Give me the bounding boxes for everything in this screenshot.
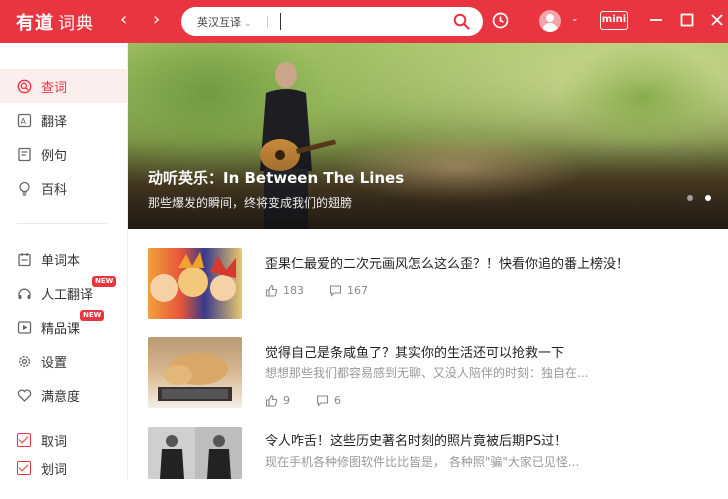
forward-button[interactable]: › (153, 10, 160, 30)
example-icon (18, 147, 31, 161)
sidebar-item-encyclopedia[interactable]: 百科 (0, 171, 128, 205)
history-icon[interactable] (491, 11, 510, 30)
close-icon[interactable] (709, 12, 725, 28)
banner-title[interactable]: 动听英乐：In Between The Lines (148, 167, 404, 188)
heart-icon (17, 388, 32, 402)
carousel-dot[interactable] (687, 195, 693, 201)
history-photo-thumbnail[interactable] (148, 427, 242, 479)
article-feed: 歪果仁最爱的二次元画风怎么这么歪？！快看你追的番上榜没！ 183 167 觉得自… (128, 229, 728, 479)
search-word-icon (17, 79, 32, 93)
sidebar-item-human-translation[interactable]: 人工翻译 NEW (0, 276, 128, 310)
course-icon (17, 320, 32, 334)
chevron-down-icon: ⌄ (244, 19, 252, 29)
article-card[interactable]: 歪果仁最爱的二次元画风怎么这么歪？！快看你追的番上榜没！ 183 167 (128, 229, 728, 319)
like-count-value: 9 (283, 394, 290, 407)
article-summary: 想想那些我们都容易感到无聊、又没人陪伴的时刻：独自在... (265, 366, 589, 380)
sidebar-item-settings[interactable]: 设置 (0, 344, 128, 378)
sidebar-item-examples[interactable]: 例句 (0, 137, 128, 171)
avatar[interactable] (539, 10, 561, 32)
banner-carousel[interactable]: 动听英乐：In Between The Lines 那些爆发的瞬间，终将变成我们… (128, 43, 728, 229)
avatar-body (542, 23, 558, 32)
logo-sub: 词典 (58, 14, 94, 34)
logo-text: 有道 (16, 13, 54, 34)
sidebar-item-label: 精品课 (41, 321, 81, 337)
sidebar-item-label: 人工翻译 (41, 287, 94, 303)
comment-count-value: 167 (347, 284, 368, 297)
banner-subtitle: 那些爆发的瞬间，终将变成我们的翅膀 (148, 196, 353, 210)
search-icon[interactable] (453, 13, 470, 30)
comment-count[interactable]: 6 (316, 394, 341, 407)
sidebar-item-courses[interactable]: 精品课 NEW (0, 310, 128, 344)
comment-count-value: 6 (334, 394, 341, 407)
sidebar-item-translate[interactable]: A 翻译 (0, 103, 128, 137)
sidebar-item-select-word[interactable]: 划词 (0, 451, 128, 485)
language-label: 英汉互译 (197, 16, 241, 29)
search-divider (267, 16, 268, 28)
historical-figures-image (148, 427, 242, 479)
back-button[interactable]: ‹ (120, 10, 127, 30)
user-menu-chevron-icon[interactable]: ⌄ (571, 14, 579, 24)
dog-thumbnail[interactable] (148, 337, 242, 408)
avatar-head (546, 14, 554, 22)
search-box[interactable]: 英汉互译 ⌄ (181, 7, 483, 36)
app-logo: 有道 词典 (16, 9, 94, 35)
sidebar-item-label: 单词本 (41, 253, 81, 269)
sleeping-dog-image (158, 353, 232, 401)
bulb-icon (19, 181, 30, 196)
text-cursor (280, 13, 281, 30)
comment-icon (329, 285, 342, 297)
capture-word-checkbox[interactable] (17, 433, 31, 447)
comment-icon (316, 395, 329, 407)
minimize-icon[interactable] (648, 12, 664, 28)
article-summary: 现在手机各种修图软件比比皆是， 各种照"骗"大家已见怪... (265, 455, 580, 469)
like-count[interactable]: 9 (265, 394, 290, 407)
like-count[interactable]: 183 (265, 284, 304, 297)
like-count-value: 183 (283, 284, 304, 297)
anime-thumbnail[interactable] (148, 248, 242, 319)
sidebar-item-satisfaction[interactable]: 满意度 (0, 378, 128, 412)
sidebar-divider (17, 223, 107, 224)
human-translate-icon (18, 288, 31, 299)
sidebar: 查词 A 翻译 例句 百科 单词本 人工翻译 NEW 精品课 NEW 设置 满意… (0, 43, 128, 479)
sidebar-item-wordbook[interactable]: 单词本 (0, 242, 128, 276)
translate-icon: A (17, 113, 32, 127)
comment-count[interactable]: 167 (329, 284, 368, 297)
sidebar-item-label: 划词 (41, 462, 68, 478)
sidebar-item-label: 满意度 (41, 389, 81, 405)
new-badge: NEW (92, 276, 117, 287)
thumbs-up-icon (265, 394, 278, 407)
thumbs-up-icon (265, 284, 278, 297)
article-title[interactable]: 觉得自己是条咸鱼了？其实你的生活还可以抢救一下 (265, 342, 564, 361)
anime-characters-image (150, 252, 236, 302)
sidebar-item-lookup[interactable]: 查词 (0, 69, 128, 103)
sidebar-item-label: 设置 (41, 355, 68, 371)
article-card[interactable]: 令人咋舌！这些历史著名时刻的照片竟被后期PS过！ 现在手机各种修图软件比比皆是，… (128, 409, 728, 499)
language-select[interactable]: 英汉互译 ⌄ (197, 14, 252, 30)
carousel-dot-active[interactable] (705, 195, 711, 201)
select-word-checkbox[interactable] (17, 461, 31, 475)
svg-text:A: A (21, 117, 27, 126)
article-title[interactable]: 令人咋舌！这些历史著名时刻的照片竟被后期PS过！ (265, 430, 567, 449)
wordbook-icon (18, 252, 31, 266)
sidebar-item-label: 翻译 (41, 114, 68, 130)
title-bar: 有道 词典 ‹ › 英汉互译 ⌄ ⌄ mini (0, 0, 728, 43)
sidebar-item-label: 百科 (41, 182, 68, 198)
new-badge: NEW (80, 310, 105, 321)
sidebar-item-label: 例句 (41, 148, 68, 164)
article-title[interactable]: 歪果仁最爱的二次元画风怎么这么歪？！快看你追的番上榜没！ (265, 253, 629, 272)
sidebar-item-label: 查词 (41, 80, 68, 96)
gear-icon (18, 355, 31, 367)
maximize-icon[interactable] (679, 12, 695, 28)
sidebar-item-label: 取词 (41, 434, 68, 450)
mini-mode-button[interactable]: mini (600, 11, 628, 30)
article-card[interactable]: 觉得自己是条咸鱼了？其实你的生活还可以抢救一下 想想那些我们都容易感到无聊、又没… (128, 319, 728, 409)
